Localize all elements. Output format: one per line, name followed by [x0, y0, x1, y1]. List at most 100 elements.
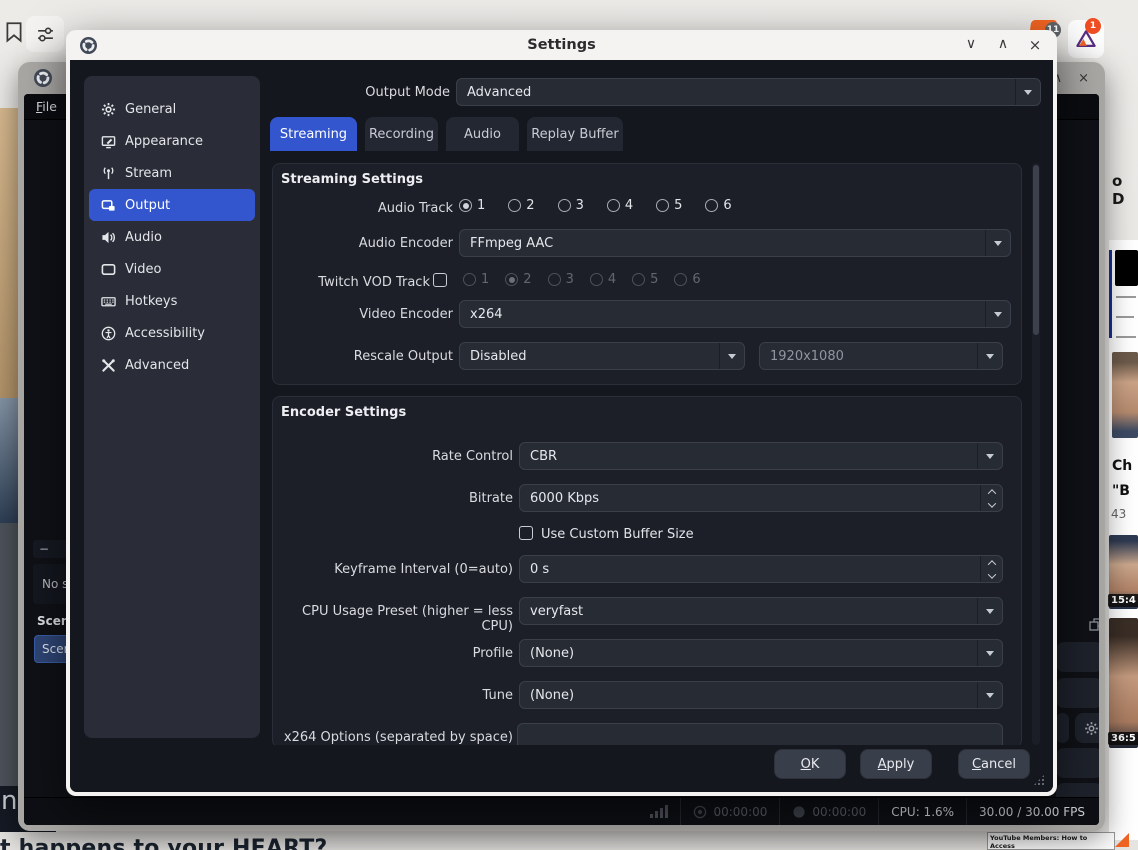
- tab-recording[interactable]: Recording: [365, 117, 438, 151]
- page-image-blue: [0, 398, 18, 523]
- cpu-preset-dropdown[interactable]: veryfast: [519, 597, 1003, 625]
- tab-streaming[interactable]: Streaming: [270, 117, 357, 151]
- tune-dropdown[interactable]: (None): [519, 681, 1003, 709]
- rescale-resolution-dropdown[interactable]: 1920x1080: [759, 342, 1003, 370]
- dock-button[interactable]: [1056, 713, 1069, 743]
- sidebar-item-audio[interactable]: Audio: [89, 221, 255, 253]
- streaming-settings-group: Streaming Settings Audio Track 1 2 3 4 5…: [272, 163, 1022, 385]
- apply-button[interactable]: Apply: [860, 749, 932, 779]
- sidebar-item-general[interactable]: General: [89, 93, 255, 125]
- tab-audio[interactable]: Audio: [446, 117, 519, 151]
- video-title-fragment[interactable]: Ch: [1112, 458, 1132, 474]
- radio-vod-track-6: 6: [674, 272, 700, 287]
- tab-replay-buffer[interactable]: Replay Buffer: [527, 117, 623, 151]
- tools-icon: [101, 358, 116, 373]
- dropdown-arrow-icon: [1015, 79, 1040, 105]
- settings-dock-button[interactable]: [1075, 713, 1099, 743]
- video-title-fragment[interactable]: "B: [1112, 483, 1130, 499]
- settings-dialog: Settings ∨ ∧ × General Appearance: [66, 30, 1057, 796]
- video-thumbnail-face[interactable]: [1109, 618, 1138, 748]
- rescale-output-label: Rescale Output: [273, 349, 453, 364]
- dropdown-arrow-icon: [977, 640, 1002, 666]
- display-icon: [101, 262, 116, 277]
- radio-audio-track-3[interactable]: 3: [558, 198, 584, 213]
- page-heading-fragment: o D: [1112, 172, 1138, 198]
- cancel-button[interactable]: Cancel: [958, 749, 1030, 779]
- settings-sidebar: General Appearance Stream Output Audio: [84, 76, 260, 738]
- screen: 11 1 ne o D Ch "B 43 15:4 36:5 t happens…: [0, 0, 1138, 850]
- video-thumbnail-small[interactable]: [1115, 250, 1138, 286]
- dock-button[interactable]: [1056, 642, 1099, 672]
- video-thumbnail-face[interactable]: [1112, 352, 1138, 438]
- radio-audio-track-2[interactable]: 2: [508, 198, 534, 213]
- dialog-title: Settings: [66, 37, 1057, 53]
- popout-icon[interactable]: [1089, 618, 1099, 631]
- gear-icon: [101, 102, 116, 117]
- radio-vod-track-5: 5: [632, 272, 658, 287]
- obs-statusbar: 00:00:00 00:00:00 CPU: 1.6% 30.00 / 30.0…: [24, 797, 1099, 825]
- filter-sliders-button[interactable]: [26, 16, 64, 52]
- radio-audio-track-4[interactable]: 4: [607, 198, 633, 213]
- spin-down-button[interactable]: [981, 569, 1002, 582]
- video-encoder-dropdown[interactable]: x264: [459, 300, 1011, 328]
- spin-down-button[interactable]: [981, 498, 1002, 511]
- profile-dropdown[interactable]: (None): [519, 639, 1003, 667]
- radio-audio-track-1[interactable]: 1: [459, 198, 485, 213]
- spin-up-button[interactable]: [981, 485, 1002, 498]
- bookmark-icon[interactable]: [3, 21, 25, 43]
- resize-grip[interactable]: [1033, 774, 1045, 786]
- close-button[interactable]: ×: [1027, 36, 1043, 54]
- custom-buffer-checkbox[interactable]: [519, 526, 533, 540]
- rate-control-dropdown[interactable]: CBR: [519, 442, 1003, 470]
- twitch-vod-checkbox[interactable]: [433, 273, 447, 287]
- menu-file[interactable]: File: [36, 99, 57, 114]
- obs-close-button[interactable]: ×: [1078, 71, 1089, 86]
- output-mode-dropdown[interactable]: Advanced: [456, 78, 1041, 106]
- settings-scrollbar[interactable]: [1032, 163, 1040, 745]
- page-image-tan: [0, 108, 18, 398]
- scrollbar-thumb[interactable]: [1033, 165, 1039, 335]
- ok-button[interactable]: OK: [774, 749, 846, 779]
- sidebar-item-appearance[interactable]: Appearance: [89, 125, 255, 157]
- dropdown-arrow-icon: [719, 343, 744, 369]
- spin-up-button[interactable]: [981, 556, 1002, 569]
- sidebar-item-hotkeys[interactable]: Hotkeys: [89, 285, 255, 317]
- accessibility-icon: [101, 326, 116, 341]
- chevron-down-button[interactable]: ∨: [963, 36, 979, 54]
- video-duration-badge: 15:4: [1108, 594, 1138, 607]
- dock-button[interactable]: [1056, 678, 1099, 708]
- radio-audio-track-5[interactable]: 5: [656, 198, 682, 213]
- audio-encoder-dropdown[interactable]: FFmpeg AAC: [459, 229, 1011, 257]
- encoder-settings-title: Encoder Settings: [281, 405, 406, 420]
- fps-indicator: 30.00 / 30.00 FPS: [979, 805, 1085, 819]
- audio-encoder-label: Audio Encoder: [273, 236, 453, 251]
- sidebar-item-output[interactable]: Output: [89, 189, 255, 221]
- card-line: [1116, 296, 1136, 298]
- cpu-usage: CPU: 1.6%: [891, 805, 954, 819]
- sidebar-item-accessibility[interactable]: Accessibility: [89, 317, 255, 349]
- radio-vod-track-1: 1: [463, 272, 489, 287]
- encoder-settings-group: Encoder Settings Rate Control CBR Bitrat…: [272, 396, 1022, 748]
- keyframe-interval-label: Keyframe Interval (0=auto): [273, 562, 513, 577]
- rescale-mode-dropdown[interactable]: Disabled: [459, 342, 745, 370]
- statusbar-divider: [680, 798, 681, 826]
- sidebar-item-advanced[interactable]: Advanced: [89, 349, 255, 381]
- card-line: [1116, 336, 1136, 338]
- dropdown-arrow-icon: [985, 301, 1010, 327]
- streaming-settings-title: Streaming Settings: [281, 172, 423, 187]
- video-duration-badge: 36:5: [1108, 732, 1138, 745]
- dock-button[interactable]: [1056, 748, 1099, 778]
- keyframe-interval-spinbox[interactable]: 0 s: [519, 555, 1003, 583]
- audio-track-radios: 1 2 3 4 5 6: [459, 198, 732, 213]
- dropdown-arrow-icon: [977, 343, 1002, 369]
- audio-track-label: Audio Track: [273, 201, 453, 216]
- settings-titlebar[interactable]: Settings ∨ ∧ ×: [66, 30, 1057, 60]
- bitrate-spinbox[interactable]: 6000 Kbps: [519, 484, 1003, 512]
- sidebar-item-stream[interactable]: Stream: [89, 157, 255, 189]
- sidebar-item-video[interactable]: Video: [89, 253, 255, 285]
- cpu-preset-label: CPU Usage Preset (higher = less CPU): [273, 604, 513, 634]
- chevron-up-button[interactable]: ∧: [995, 36, 1011, 54]
- radio-audio-track-6[interactable]: 6: [705, 198, 731, 213]
- x264-options-label: x264 Options (separated by space): [273, 730, 513, 745]
- sliders-icon: [36, 25, 55, 44]
